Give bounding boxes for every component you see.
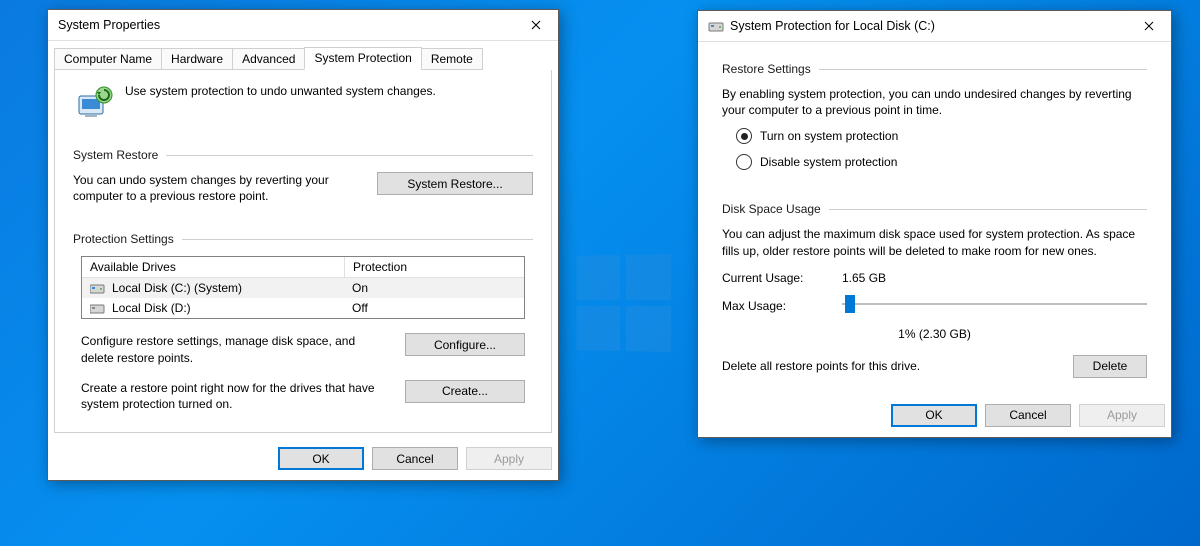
tab-system-protection[interactable]: System Protection [304, 47, 421, 69]
close-icon[interactable] [1127, 11, 1171, 41]
tab-computer-name[interactable]: Computer Name [54, 48, 162, 70]
disk-icon [90, 282, 106, 294]
create-description: Create a restore point right now for the… [81, 380, 405, 412]
slider-value-text: 1% (2.30 GB) [722, 327, 1147, 341]
system-properties-dialog: System Properties Computer Name Hardware… [47, 9, 559, 481]
group-system-restore: System Restore [73, 148, 533, 162]
configure-button[interactable]: Configure... [405, 333, 525, 356]
cancel-button[interactable]: Cancel [372, 447, 458, 470]
current-usage-value: 1.65 GB [842, 271, 886, 285]
col-available-drives[interactable]: Available Drives [82, 257, 345, 278]
tab-remote[interactable]: Remote [421, 48, 483, 70]
current-usage-label: Current Usage: [722, 271, 842, 285]
radio-disable[interactable]: Disable system protection [736, 154, 1147, 170]
disk-icon [708, 18, 724, 34]
group-disk-space-usage: Disk Space Usage [722, 202, 1147, 216]
configure-protection-dialog: System Protection for Local Disk (C:) Re… [697, 10, 1172, 438]
system-protection-icon [73, 84, 115, 126]
drive-name: Local Disk (D:) [112, 301, 191, 315]
dialog-buttons: OK Cancel Apply [48, 439, 558, 480]
tab-advanced[interactable]: Advanced [232, 48, 305, 70]
tab-hardware[interactable]: Hardware [161, 48, 233, 70]
delete-description: Delete all restore points for this drive… [722, 359, 1073, 373]
window-title: System Protection for Local Disk (C:) [730, 19, 1127, 33]
ok-button[interactable]: OK [278, 447, 364, 470]
radio-icon [736, 154, 752, 170]
drive-protection: Off [344, 299, 524, 317]
table-row[interactable]: Local Disk (C:) (System) On [82, 278, 524, 298]
disk-icon [90, 302, 106, 314]
cancel-button[interactable]: Cancel [985, 404, 1071, 427]
disk-usage-description: You can adjust the maximum disk space us… [722, 226, 1147, 258]
window-title: System Properties [58, 18, 514, 32]
close-icon[interactable] [514, 10, 558, 40]
ok-button[interactable]: OK [891, 404, 977, 427]
group-protection-settings: Protection Settings [73, 232, 533, 246]
windows-logo [577, 254, 672, 352]
table-header: Available Drives Protection [82, 257, 524, 278]
max-usage-label: Max Usage: [722, 299, 842, 313]
tab-strip: Computer Name Hardware Advanced System P… [48, 41, 558, 70]
table-row[interactable]: Local Disk (D:) Off [82, 298, 524, 318]
apply-button: Apply [1079, 404, 1165, 427]
system-restore-description: You can undo system changes by reverting… [73, 172, 377, 204]
radio-turn-on[interactable]: Turn on system protection [736, 128, 1147, 144]
apply-button: Apply [466, 447, 552, 470]
slider-thumb[interactable] [845, 295, 855, 313]
drives-table: Available Drives Protection Local Disk (… [81, 256, 525, 319]
titlebar[interactable]: System Protection for Local Disk (C:) [698, 11, 1171, 42]
configure-description: Configure restore settings, manage disk … [81, 333, 405, 365]
system-restore-button[interactable]: System Restore... [377, 172, 533, 195]
drive-name: Local Disk (C:) (System) [112, 281, 242, 295]
group-restore-settings: Restore Settings [722, 62, 1147, 76]
restore-settings-description: By enabling system protection, you can u… [722, 86, 1147, 118]
max-usage-slider[interactable] [842, 293, 1147, 315]
col-protection[interactable]: Protection [345, 257, 524, 278]
radio-label: Turn on system protection [760, 129, 898, 143]
drive-protection: On [344, 279, 524, 297]
dialog-buttons: OK Cancel Apply [698, 396, 1171, 437]
delete-button[interactable]: Delete [1073, 355, 1147, 378]
radio-label: Disable system protection [760, 155, 897, 169]
tab-page: Use system protection to undo unwanted s… [54, 69, 552, 433]
intro-text: Use system protection to undo unwanted s… [125, 84, 436, 98]
radio-icon [736, 128, 752, 144]
create-button[interactable]: Create... [405, 380, 525, 403]
titlebar[interactable]: System Properties [48, 10, 558, 41]
